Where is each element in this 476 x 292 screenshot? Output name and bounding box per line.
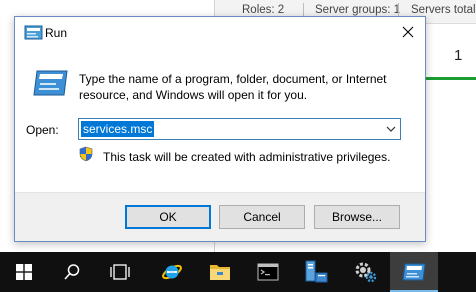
- status-bar-green: [426, 77, 476, 80]
- servers-total-count: Servers total: 1: [411, 4, 476, 16]
- run-dialog: Run Type the name of a program, folder, …: [14, 16, 426, 242]
- server-manager-icon: [305, 260, 328, 283]
- close-icon: [402, 26, 414, 38]
- admin-privileges-note: This task will be created with administr…: [103, 150, 391, 164]
- start-button[interactable]: [0, 252, 48, 292]
- task-view-icon: [110, 264, 130, 280]
- dialog-description: Type the name of a program, folder, docu…: [79, 72, 387, 102]
- tile-count: 1: [454, 47, 463, 64]
- taskbar-internet-explorer[interactable]: [148, 252, 196, 292]
- run-icon: [24, 25, 43, 40]
- start-icon: [16, 264, 32, 280]
- taskbar-file-explorer[interactable]: [196, 252, 244, 292]
- server-groups-count: Server groups: 1: [315, 4, 401, 16]
- taskbar-run[interactable]: [390, 252, 438, 292]
- open-label: Open:: [26, 123, 59, 137]
- cancel-button[interactable]: Cancel: [219, 205, 305, 229]
- dialog-title: Run: [45, 26, 68, 40]
- search-button[interactable]: [48, 252, 96, 292]
- open-combobox[interactable]: services.msc: [78, 118, 401, 140]
- title-bar[interactable]: Run: [15, 17, 425, 49]
- services-gear-icon: [355, 262, 377, 283]
- search-icon: [64, 264, 80, 280]
- uac-shield-icon: [79, 146, 93, 162]
- browse-button[interactable]: Browse...: [314, 205, 400, 229]
- taskbar-server-manager[interactable]: [292, 252, 340, 292]
- taskbar-command-prompt[interactable]: [244, 252, 292, 292]
- close-button[interactable]: [391, 17, 425, 47]
- file-explorer-icon: [210, 265, 230, 280]
- open-input-value[interactable]: services.msc: [81, 121, 155, 137]
- run-icon: [402, 263, 426, 281]
- roles-count: Roles: 2: [242, 4, 285, 16]
- command-prompt-icon: [257, 263, 279, 281]
- task-view-button[interactable]: [96, 252, 144, 292]
- ok-button[interactable]: OK: [125, 205, 211, 229]
- internet-explorer-icon: [162, 264, 182, 280]
- chevron-down-icon[interactable]: [386, 125, 396, 133]
- dialog-footer: OK Cancel Browse...: [15, 192, 425, 241]
- run-program-icon: [33, 70, 68, 96]
- taskbar: [0, 252, 476, 292]
- taskbar-services[interactable]: [342, 252, 390, 292]
- dialog-body: Type the name of a program, folder, docu…: [15, 49, 425, 192]
